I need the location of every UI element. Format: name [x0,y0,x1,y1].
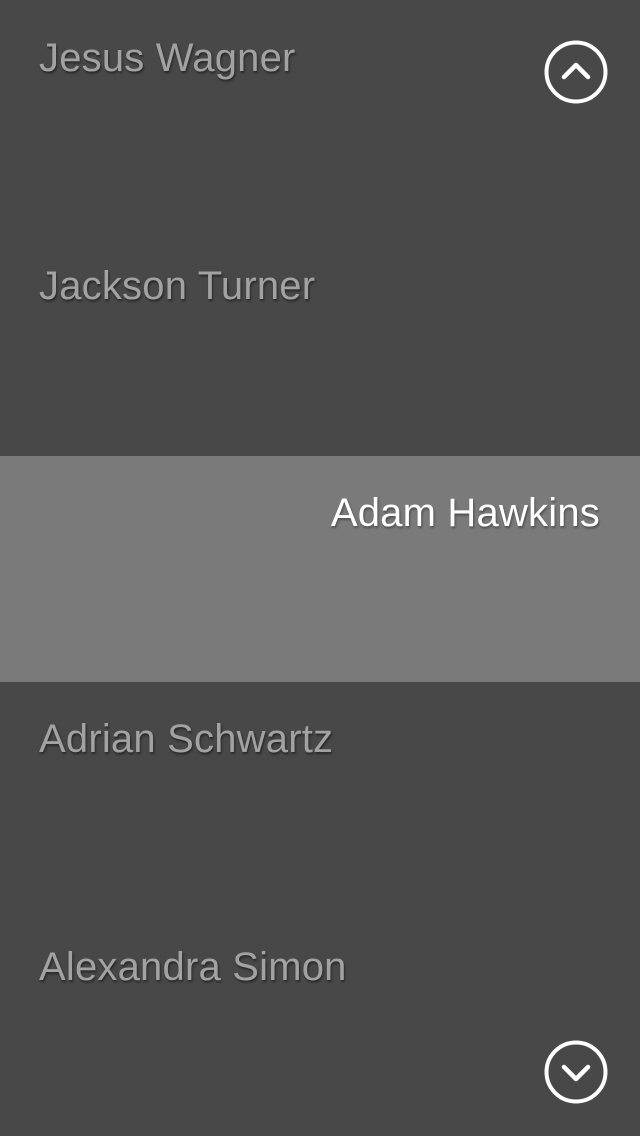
contact-row[interactable]: Adrian Schwartz [0,682,640,910]
scroll-down-button[interactable] [544,1040,608,1104]
contact-name: Adam Hawkins [330,491,600,535]
contact-row[interactable]: Jesus Wagner [0,0,640,228]
contact-name: Alexandra Simon [39,945,347,989]
contact-name: Adrian Schwartz [39,717,334,761]
scroll-up-button[interactable] [544,40,608,104]
contact-name: Jackson Turner [39,264,316,308]
contact-row[interactable]: Jackson Turner [0,228,640,456]
contact-picker-screen: Jesus Wagner Jackson Turner Adam Hawkins… [0,0,640,1136]
chevron-up-circle-icon [544,40,608,104]
contact-name: Jesus Wagner [39,36,296,80]
contact-row-selected[interactable]: Adam Hawkins [0,456,640,682]
chevron-down-circle-icon [544,1040,608,1104]
